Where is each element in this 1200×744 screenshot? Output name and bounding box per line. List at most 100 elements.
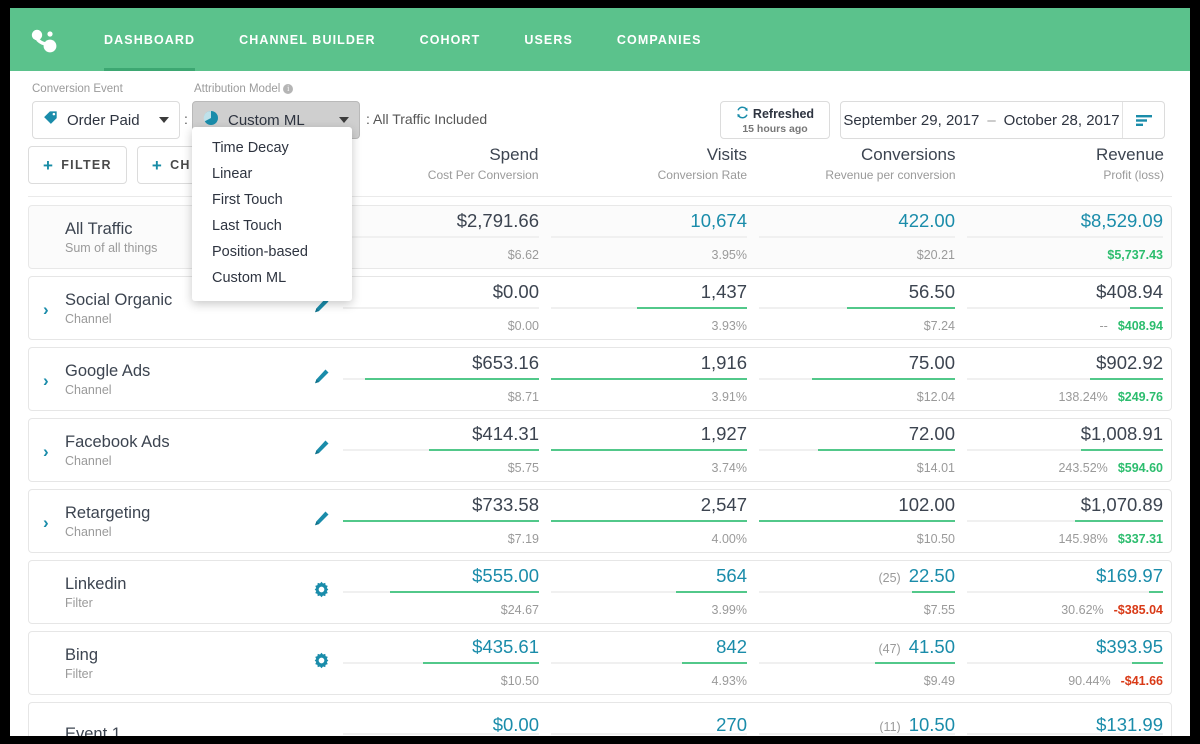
table-row[interactable]: ›BingFilter$435.61$10.508424.93%(47)41.5… bbox=[28, 631, 1172, 695]
cell-visits[interactable]: 1,916 3.91% bbox=[547, 348, 755, 410]
column-header-conversions[interactable]: Conversions Revenue per conversion bbox=[755, 145, 964, 182]
metric-bar-track bbox=[551, 307, 747, 309]
cell-revenue[interactable]: $393.95 90.44% -$41.66 bbox=[963, 632, 1171, 694]
cell-secondary-row: $8.71 bbox=[339, 381, 539, 404]
dropdown-option-custom-ml[interactable]: Custom ML bbox=[192, 265, 352, 291]
gear-icon[interactable] bbox=[313, 652, 330, 674]
cell-spend[interactable]: $733.58 $7.19 bbox=[339, 490, 547, 552]
pencil-icon[interactable] bbox=[313, 510, 330, 532]
row-name-block: Event 1 bbox=[65, 724, 121, 736]
conversion-event-select[interactable]: Order Paid bbox=[32, 101, 180, 139]
cell-spend[interactable]: $414.31 $5.75 bbox=[339, 419, 547, 481]
dropdown-option-time-decay[interactable]: Time Decay bbox=[192, 135, 352, 161]
cell-conversions[interactable]: 75.00 $12.04 bbox=[755, 348, 963, 410]
dropdown-option-position-based[interactable]: Position-based bbox=[192, 239, 352, 265]
expand-chevron-icon[interactable]: › bbox=[43, 443, 59, 460]
table-row[interactable]: ›Event 1 $0.00 270 (11) 10.50 $131.99 bbox=[28, 702, 1172, 736]
cell-conversions[interactable]: 72.00 $14.01 bbox=[755, 419, 963, 481]
dropdown-option-last-touch[interactable]: Last Touch bbox=[192, 213, 352, 239]
column-subtitle: Profit (loss) bbox=[1103, 168, 1164, 182]
attribution-model-label: Attribution Model i bbox=[194, 83, 294, 95]
cell-spend[interactable]: $653.16 $8.71 bbox=[339, 348, 547, 410]
cell-conversions[interactable]: 102.00 $10.50 bbox=[755, 490, 963, 552]
cell-revenue[interactable]: $1,070.89 145.98% $337.31 bbox=[963, 490, 1171, 552]
cell-revenue[interactable]: $169.97 30.62% -$385.04 bbox=[963, 561, 1171, 623]
sort-lines-icon[interactable] bbox=[1122, 102, 1164, 138]
nav-item-cohort[interactable]: COHORT bbox=[398, 8, 503, 71]
metric-bar-fill bbox=[874, 662, 955, 664]
metric-bar-track bbox=[551, 733, 747, 735]
cell-revenue[interactable]: $8,529.09 $5,737.43 bbox=[963, 206, 1171, 268]
cell-sub-value: $6.62 bbox=[507, 248, 539, 263]
table-row[interactable]: › Google Ads Channel $653.16 $8.71 1,916 3.91%… bbox=[28, 347, 1172, 411]
cell-visits[interactable]: 270 bbox=[547, 703, 755, 736]
secondary-count: (11) bbox=[879, 719, 901, 734]
cell-revenue[interactable]: $131.99 bbox=[963, 703, 1171, 736]
cell-sub-value: $8.71 bbox=[507, 390, 539, 405]
cell-visits[interactable]: 842 4.93% bbox=[547, 632, 755, 694]
metric-bar-track bbox=[343, 520, 539, 522]
cell-revenue[interactable]: $902.92 138.24% $249.76 bbox=[963, 348, 1171, 410]
expand-chevron-icon[interactable]: › bbox=[43, 301, 59, 318]
nav-item-companies[interactable]: COMPANIES bbox=[595, 8, 724, 71]
pencil-icon[interactable] bbox=[313, 368, 330, 390]
column-header-spend[interactable]: Spend Cost Per Conversion bbox=[338, 145, 547, 182]
metric-bar-track bbox=[343, 449, 539, 451]
column-header-revenue[interactable]: Revenue Profit (loss) bbox=[964, 145, 1173, 182]
info-icon[interactable]: i bbox=[283, 84, 294, 94]
metric-bar-fill bbox=[551, 378, 747, 380]
nav-item-channel-builder[interactable]: CHANNEL BUILDER bbox=[217, 8, 397, 71]
cell-revenue[interactable]: $408.94 -- $408.94 bbox=[963, 277, 1171, 339]
cell-sub-value: $9.49 bbox=[923, 674, 955, 689]
row-name-cell[interactable]: › Retargeting Channel bbox=[29, 490, 339, 552]
gear-icon[interactable] bbox=[313, 581, 330, 603]
cell-visits[interactable]: 1,437 3.93% bbox=[547, 277, 755, 339]
traffic-included-note: : All Traffic Included bbox=[366, 111, 488, 127]
refresh-button[interactable]: Refreshed 15 hours ago bbox=[720, 101, 830, 139]
attribution-model-dropdown-menu[interactable]: Time Decay Linear First Touch Last Touch Pos… bbox=[192, 127, 352, 301]
row-name-cell[interactable]: ›Event 1 bbox=[29, 703, 339, 736]
cell-conversions[interactable]: (11) 10.50 bbox=[755, 703, 963, 736]
cell-conversions[interactable]: (47) 41.50 $9.49 bbox=[755, 632, 963, 694]
cell-conversions[interactable]: 422.00 $20.21 bbox=[755, 206, 963, 268]
metric-bar-fill bbox=[343, 520, 539, 522]
nav-item-users[interactable]: USERS bbox=[502, 8, 595, 71]
cell-conversions[interactable]: 56.50 $7.24 bbox=[755, 277, 963, 339]
table-row[interactable]: › Facebook Ads Channel $414.31 $5.75 1,927 3.7… bbox=[28, 418, 1172, 482]
column-header-visits[interactable]: Visits Conversion Rate bbox=[547, 145, 756, 182]
cell-visits[interactable]: 10,674 3.95% bbox=[547, 206, 755, 268]
cell-revenue[interactable]: $1,008.91 243.52% $594.60 bbox=[963, 419, 1171, 481]
metric-bar-track bbox=[551, 662, 747, 664]
cell-spend[interactable]: $0.00 bbox=[339, 703, 547, 736]
row-name-cell[interactable]: ›BingFilter bbox=[29, 632, 339, 694]
table-row[interactable]: › Retargeting Channel $733.58 $7.19 2,547 4.00… bbox=[28, 489, 1172, 553]
cell-visits[interactable]: 564 3.99% bbox=[547, 561, 755, 623]
cell-value-text: $414.31 bbox=[472, 422, 539, 444]
table-row[interactable]: ›LinkedinFilter$555.00$24.675643.99%(25)… bbox=[28, 560, 1172, 624]
cell-conversions[interactable]: (25) 22.50 $7.55 bbox=[755, 561, 963, 623]
cell-spend[interactable]: $0.00 $0.00 bbox=[339, 277, 547, 339]
row-name-cell[interactable]: ›LinkedinFilter bbox=[29, 561, 339, 623]
cell-visits[interactable]: 2,547 4.00% bbox=[547, 490, 755, 552]
metric-bar-fill bbox=[1129, 307, 1163, 309]
cell-value-text: $653.16 bbox=[472, 351, 539, 373]
cell-secondary-row: 138.24% $249.76 bbox=[963, 381, 1163, 404]
cell-visits[interactable]: 1,927 3.74% bbox=[547, 419, 755, 481]
dropdown-option-first-touch[interactable]: First Touch bbox=[192, 187, 352, 213]
row-name-cell[interactable]: › Google Ads Channel bbox=[29, 348, 339, 410]
nav-item-dashboard[interactable]: DASHBOARD bbox=[82, 8, 217, 71]
expand-chevron-icon[interactable]: › bbox=[43, 514, 59, 531]
expand-chevron-icon[interactable]: › bbox=[43, 372, 59, 389]
cell-value-text: 10,674 bbox=[690, 209, 747, 231]
molecule-logo-icon[interactable] bbox=[26, 22, 62, 58]
cell-sub-value: $12.04 bbox=[916, 390, 955, 405]
row-name-cell[interactable]: › Facebook Ads Channel bbox=[29, 419, 339, 481]
add-filter-button[interactable]: + FILTER bbox=[28, 146, 127, 184]
dropdown-option-linear[interactable]: Linear bbox=[192, 161, 352, 187]
cell-spend[interactable]: $2,791.66 $6.62 bbox=[339, 206, 547, 268]
cell-spend[interactable]: $555.00 $24.67 bbox=[339, 561, 547, 623]
date-range-picker[interactable]: September 29, 2017– October 28, 2017 bbox=[840, 101, 1165, 139]
refresh-icon bbox=[736, 106, 749, 122]
cell-spend[interactable]: $435.61 $10.50 bbox=[339, 632, 547, 694]
pencil-icon[interactable] bbox=[313, 439, 330, 461]
